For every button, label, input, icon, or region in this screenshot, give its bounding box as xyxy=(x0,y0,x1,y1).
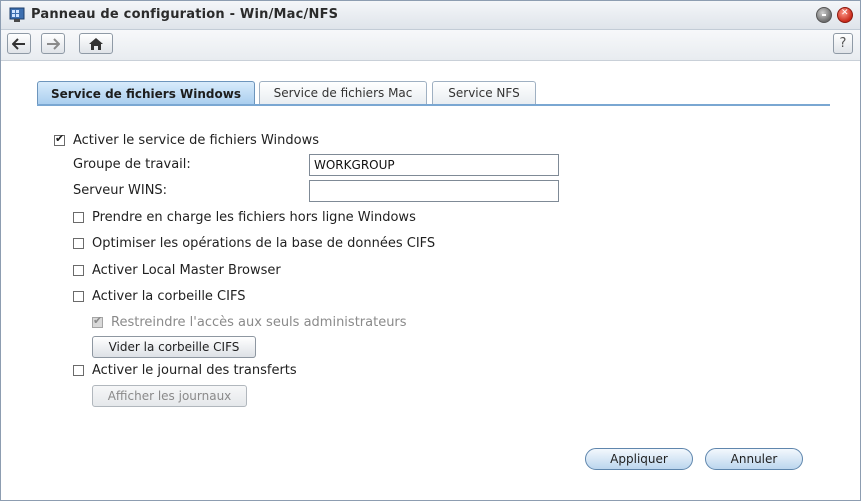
help-button[interactable]: ? xyxy=(833,33,853,54)
windows-service-panel: Activer le service de fichiers Windows G… xyxy=(37,106,830,486)
enable-windows-service-checkbox[interactable] xyxy=(54,132,65,146)
title-bar: Panneau de configuration - Win/Mac/NFS xyxy=(1,1,860,30)
back-button[interactable] xyxy=(7,33,31,54)
offline-files-label: Prendre en charge les fichiers hors lign… xyxy=(92,210,416,225)
wins-server-label: Serveur WINS: xyxy=(73,183,168,198)
minimize-icon[interactable] xyxy=(816,7,832,23)
content-area: Service de fichiers Windows Service de f… xyxy=(1,61,860,500)
tab-mac-file-service[interactable]: Service de fichiers Mac xyxy=(259,81,427,104)
cancel-button[interactable]: Annuler xyxy=(705,448,803,470)
empty-recycle-bin-button[interactable]: Vider la corbeille CIFS xyxy=(92,336,256,358)
enable-windows-service-label: Activer le service de fichiers Windows xyxy=(73,133,319,148)
cifs-recycle-bin-checkbox[interactable] xyxy=(73,291,84,302)
offline-files-checkbox[interactable] xyxy=(73,212,84,223)
tab-windows-file-service[interactable]: Service de fichiers Windows xyxy=(37,81,255,105)
cifs-recycle-bin-label: Activer la corbeille CIFS xyxy=(92,289,246,304)
close-icon[interactable] xyxy=(837,7,853,23)
local-master-browser-row[interactable]: Activer Local Master Browser xyxy=(73,263,281,278)
restrict-admin-label: Restreindre l'accès aux seuls administra… xyxy=(111,315,407,330)
transfer-log-checkbox[interactable] xyxy=(73,365,84,376)
optimize-cifs-checkbox[interactable] xyxy=(73,238,84,249)
forward-button[interactable] xyxy=(41,33,65,54)
transfer-log-row[interactable]: Activer le journal des transferts xyxy=(73,363,297,378)
offline-files-row[interactable]: Prendre en charge les fichiers hors lign… xyxy=(73,210,416,225)
local-master-browser-checkbox[interactable] xyxy=(73,265,84,276)
window: Panneau de configuration - Win/Mac/NFS ?… xyxy=(0,0,861,501)
restrict-admin-checkbox xyxy=(92,314,103,328)
enable-windows-service-row[interactable]: Activer le service de fichiers Windows xyxy=(54,132,319,148)
tab-nfs-service[interactable]: Service NFS xyxy=(432,81,536,104)
home-button[interactable] xyxy=(79,33,113,54)
wins-server-input[interactable] xyxy=(309,180,559,202)
arrow-left-icon xyxy=(12,37,26,50)
control-panel-icon xyxy=(9,7,25,23)
window-title: Panneau de configuration - Win/Mac/NFS xyxy=(31,7,339,22)
restrict-admin-row: Restreindre l'accès aux seuls administra… xyxy=(92,314,407,330)
show-logs-button: Afficher les journaux xyxy=(92,385,247,407)
arrow-right-icon xyxy=(46,37,60,50)
workgroup-label: Groupe de travail: xyxy=(73,157,191,172)
apply-button[interactable]: Appliquer xyxy=(585,448,693,470)
workgroup-input[interactable] xyxy=(309,154,559,176)
toolbar: ? xyxy=(1,30,860,61)
optimize-cifs-row[interactable]: Optimiser les opérations de la base de d… xyxy=(73,236,435,251)
home-icon xyxy=(88,37,104,51)
local-master-browser-label: Activer Local Master Browser xyxy=(92,263,281,278)
optimize-cifs-label: Optimiser les opérations de la base de d… xyxy=(92,236,436,251)
cifs-recycle-bin-row[interactable]: Activer la corbeille CIFS xyxy=(73,289,245,304)
transfer-log-label: Activer le journal des transferts xyxy=(92,363,297,378)
